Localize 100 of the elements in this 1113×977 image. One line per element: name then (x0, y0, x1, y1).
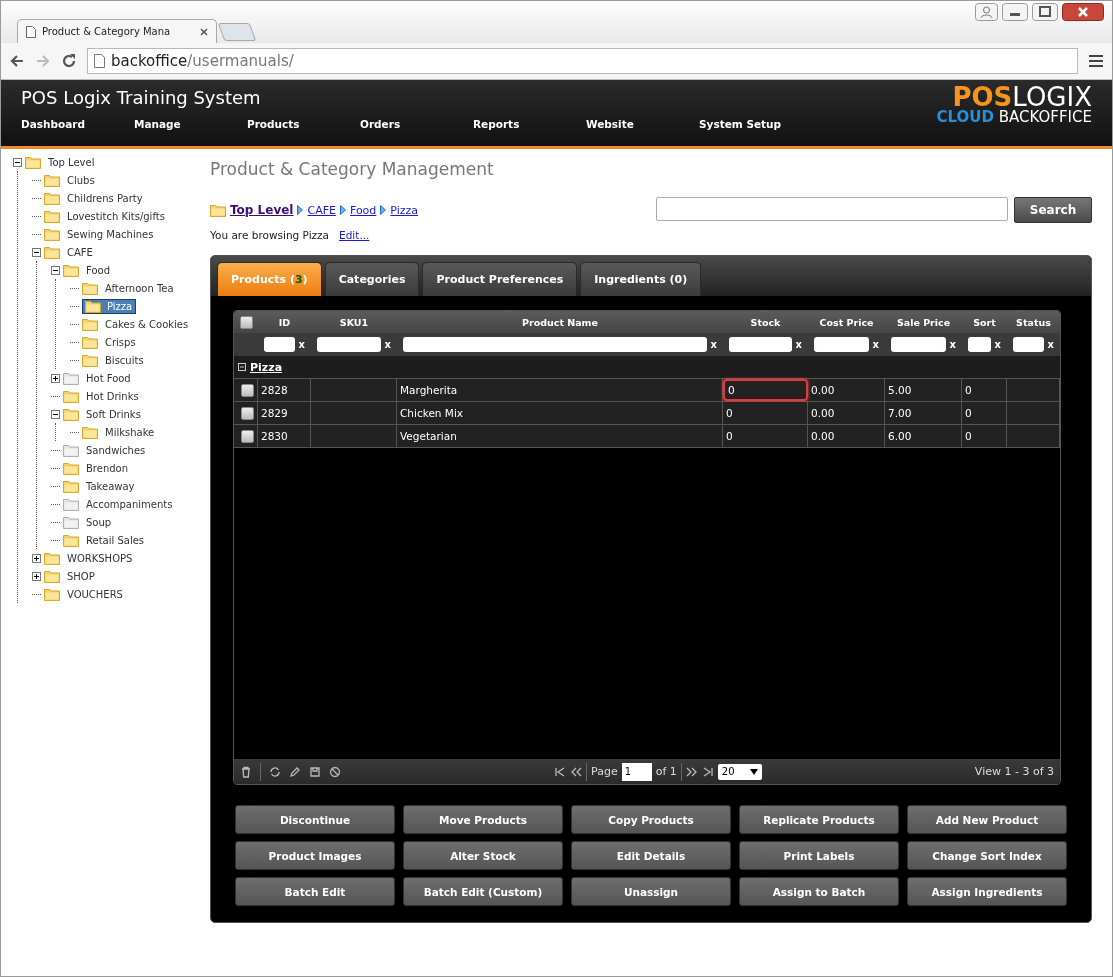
tab[interactable]: Categories (324, 262, 420, 296)
column-header[interactable]: SKU1 (311, 316, 397, 328)
clear-filter-button[interactable]: x (872, 339, 879, 350)
action-button[interactable]: Product Images (235, 841, 395, 870)
column-header[interactable]: Status (1007, 316, 1060, 328)
tree-item[interactable]: Retail Sales (82, 532, 149, 548)
breadcrumb-link[interactable]: CAFE (307, 203, 336, 217)
minimize-icon[interactable] (1002, 3, 1028, 21)
collapse-icon[interactable] (51, 265, 60, 275)
tree-item[interactable]: Lovestitch Kits/gifts (63, 208, 169, 224)
tree-item[interactable]: WORKSHOPS (63, 550, 137, 566)
search-button[interactable]: Search (1014, 197, 1092, 223)
filter-field[interactable] (317, 337, 381, 352)
action-button[interactable]: Add New Product (907, 805, 1067, 834)
search-field[interactable] (656, 197, 1008, 221)
tab[interactable]: Product Preferences (422, 262, 578, 296)
nav-link[interactable]: Manage (134, 118, 247, 130)
group-link[interactable]: Pizza (250, 360, 283, 374)
column-header[interactable]: Sort (962, 316, 1007, 328)
user-icon[interactable] (975, 3, 998, 21)
tree-item[interactable]: Biscuits (101, 352, 148, 368)
row-checkbox[interactable] (240, 383, 254, 397)
edit-link[interactable]: Edit... (339, 229, 370, 241)
filter-field[interactable] (891, 337, 946, 352)
maximize-icon[interactable] (1032, 3, 1058, 21)
action-button[interactable]: Replicate Products (739, 805, 899, 834)
column-header[interactable]: Stock (723, 316, 808, 328)
clear-filter-button[interactable]: x (298, 339, 305, 350)
stock-cell[interactable]: 0 (723, 425, 808, 447)
collapse-icon[interactable] (51, 409, 60, 419)
tree-item[interactable]: Cakes & Cookies (101, 316, 193, 332)
nav-link[interactable]: System Setup (699, 118, 812, 130)
tree-item[interactable]: Brendon (82, 460, 133, 476)
tree-item[interactable]: Takeaway (82, 478, 139, 494)
stock-cell[interactable]: 0 (723, 379, 808, 401)
action-button[interactable]: Assign to Batch (739, 877, 899, 906)
filter-field[interactable] (1013, 337, 1044, 352)
nav-link[interactable]: Dashboard (21, 118, 134, 130)
clear-filter-button[interactable]: x (949, 339, 956, 350)
clear-filter-button[interactable]: x (384, 339, 391, 350)
tree-item[interactable]: Soft Drinks (82, 406, 145, 422)
collapse-icon[interactable] (32, 247, 41, 257)
action-button[interactable]: Assign Ingredients (907, 877, 1067, 906)
close-icon[interactable] (1062, 3, 1104, 21)
tab[interactable]: Products (3) (217, 262, 322, 296)
save-icon[interactable] (309, 765, 321, 778)
action-button[interactable]: Discontinue (235, 805, 395, 834)
tree-item[interactable]: Clubs (63, 172, 99, 188)
browser-tab[interactable]: Product & Category Mana (17, 19, 217, 43)
tree-item[interactable]: Childrens Party (63, 190, 147, 206)
breadcrumb-link[interactable]: Pizza (390, 203, 419, 217)
first-page-icon[interactable] (554, 765, 567, 778)
address-bar[interactable]: backoffice/usermanuals/ (87, 48, 1078, 74)
last-page-icon[interactable] (701, 765, 714, 778)
filter-field[interactable] (729, 337, 792, 352)
tree-item[interactable]: Afternoon Tea (101, 280, 178, 296)
cancel-icon[interactable] (329, 765, 341, 778)
tree-item[interactable]: Food (82, 262, 114, 278)
tree-item[interactable]: VOUCHERS (63, 586, 127, 602)
filter-field[interactable] (814, 337, 869, 352)
action-button[interactable]: Batch Edit (235, 877, 395, 906)
reload-icon[interactable] (61, 53, 77, 69)
nav-link[interactable]: Website (586, 118, 699, 130)
row-checkbox[interactable] (240, 406, 254, 420)
expand-icon[interactable] (32, 571, 41, 581)
menu-icon[interactable] (1088, 53, 1104, 69)
page-size-select[interactable]: 20 (717, 763, 762, 780)
column-header[interactable]: Cost Price (808, 316, 885, 328)
back-icon[interactable] (9, 53, 25, 69)
clear-filter-button[interactable]: x (1047, 339, 1054, 350)
close-icon[interactable] (200, 27, 208, 36)
collapse-icon[interactable] (238, 363, 246, 371)
column-header[interactable]: ID (258, 316, 311, 328)
clear-filter-button[interactable]: x (994, 339, 1001, 350)
filter-field[interactable] (264, 337, 295, 352)
next-page-icon[interactable] (685, 765, 698, 778)
row-checkbox[interactable] (240, 429, 254, 443)
tree-item[interactable]: SHOP (63, 568, 99, 584)
action-button[interactable]: Print Labels (739, 841, 899, 870)
action-button[interactable]: Move Products (403, 805, 563, 834)
tree-item[interactable]: Sandwiches (82, 442, 150, 458)
stock-cell[interactable]: 0 (723, 402, 808, 424)
breadcrumb-link[interactable]: Food (349, 203, 377, 217)
nav-link[interactable]: Products (247, 118, 360, 130)
collapse-icon[interactable] (13, 157, 22, 167)
action-button[interactable]: Copy Products (571, 805, 731, 834)
refresh-icon[interactable] (269, 765, 281, 778)
nav-link[interactable]: Reports (473, 118, 586, 130)
clear-filter-button[interactable]: x (710, 339, 717, 350)
action-button[interactable]: Edit Details (571, 841, 731, 870)
column-header[interactable]: Product Name (397, 316, 723, 328)
action-button[interactable]: Change Sort Index (907, 841, 1067, 870)
page-field[interactable]: 1 (621, 762, 652, 781)
tab[interactable]: Ingredients (0) (580, 262, 702, 296)
action-button[interactable]: Alter Stock (403, 841, 563, 870)
tree-item[interactable]: Top Level (44, 154, 99, 170)
previous-page-icon[interactable] (570, 765, 583, 778)
action-button[interactable]: Batch Edit (Custom) (403, 877, 563, 906)
tree-item[interactable]: Hot Food (82, 370, 135, 386)
pencil-icon[interactable] (289, 765, 301, 778)
